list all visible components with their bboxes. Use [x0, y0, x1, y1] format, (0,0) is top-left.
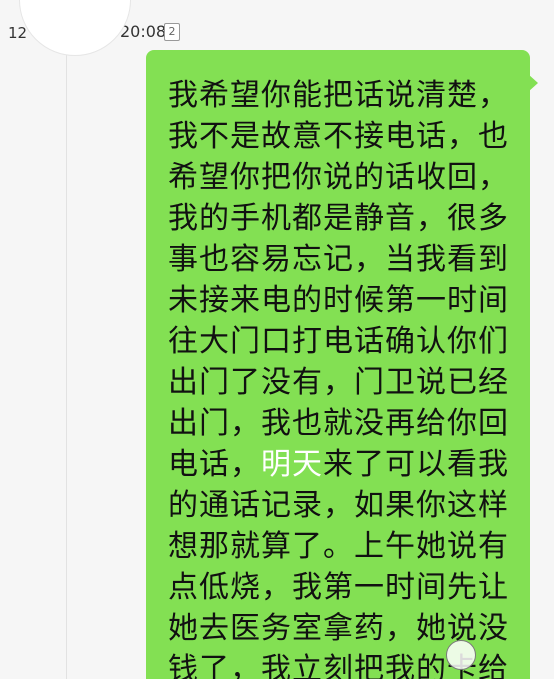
message-line: 出门了没有，门卫说已经 — [168, 365, 509, 400]
message-line: 事也容易忘记，当我看到 — [168, 242, 509, 277]
message-count-badge: 2 — [164, 23, 180, 41]
message-bubble-tail — [528, 74, 538, 92]
message-line: 我希望你能把话说清楚， — [168, 78, 509, 113]
message-text: 我希望你能把话说清楚， 我不是故意不接电话，也 希望你把你说的话收回， 我的手机… — [168, 75, 513, 679]
message-line: 我的手机都是静音，很多 — [168, 201, 509, 236]
message-line: 想那就算了。上午她说有 — [168, 529, 509, 564]
watermark-logo — [446, 634, 542, 674]
message-line: 往大门口打电话确认你们 — [168, 324, 509, 359]
watermark-icon — [446, 640, 476, 670]
message-line-prefix: 电话， — [168, 447, 261, 482]
message-line: 我不是故意不接电话，也 — [168, 119, 509, 154]
chat-screen: 12 20:08 2 我希望你能把话说清楚， 我不是故意不接电话，也 希望你把你… — [0, 0, 554, 679]
message-line: 点低烧，我第一时间先让 — [168, 570, 509, 605]
message-line: 未接来电的时候第一时间 — [168, 283, 509, 318]
divider — [66, 0, 67, 679]
message-line: 希望你把你说的话收回， — [168, 160, 509, 195]
message-line: 出门，我也就没再给你回 — [168, 406, 509, 441]
timestamp-right: 20:08 — [120, 22, 167, 41]
date-link[interactable]: 明天 — [261, 447, 323, 482]
timestamp-left: 12 — [8, 24, 28, 42]
message-line-with-link: 电话，明天来了可以看我 — [168, 444, 513, 485]
message-line: 的通话记录，如果你这样 — [168, 488, 509, 523]
message-line-suffix: 来了可以看我 — [323, 447, 509, 482]
